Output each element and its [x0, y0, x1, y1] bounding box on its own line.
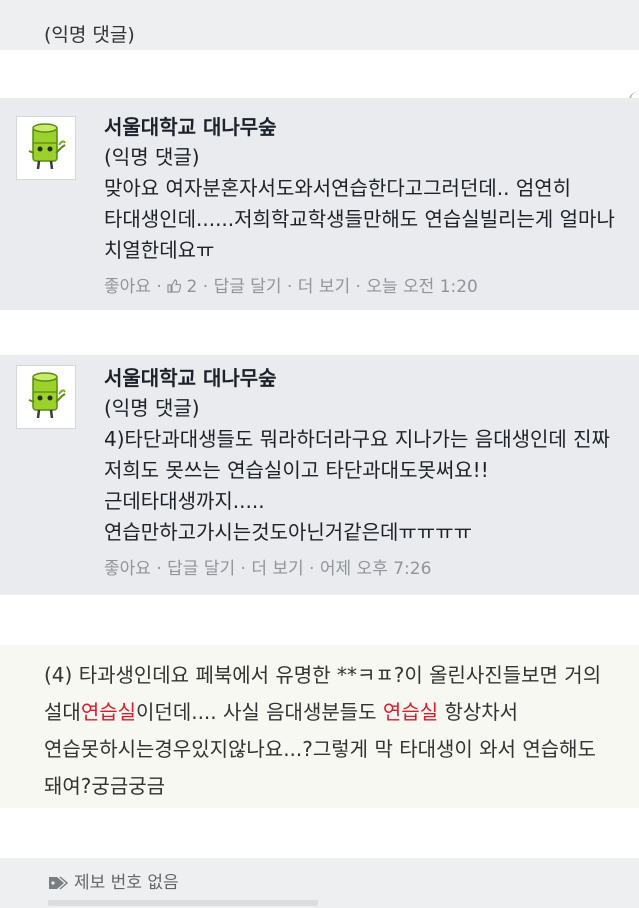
- comment-timestamp[interactable]: 어제 오후 7:26: [320, 559, 432, 579]
- comment-subtitle: (익명 댓글): [104, 396, 200, 420]
- comment-actions: 좋아요 · 답글 달기 · 더 보기 · 어제 오후 7:26: [104, 559, 432, 579]
- comment-item: 서울대학교 대나무숲 (익명 댓글) 4)타단과대생들도 뭐라하더라구요 지나가…: [0, 355, 639, 595]
- highlighted-keyword: 연습실: [382, 700, 439, 724]
- comment-actions: 좋아요 · 2 · 답글 달기 · 더 보기 · 오늘 오전 1:20: [104, 277, 478, 297]
- like-count: 2: [186, 277, 198, 297]
- thumbs-up-icon: [167, 279, 182, 293]
- previous-comment-fragment: (익명 댓글): [0, 0, 639, 50]
- post-footer: 제보 번호 없음: [0, 858, 639, 908]
- more-link[interactable]: 더 보기: [251, 559, 303, 579]
- like-link[interactable]: 좋아요: [104, 559, 151, 579]
- quote-text-part: 이던데.... 사실 음대생분들도: [136, 700, 383, 724]
- anonymous-comment-label: (익명 댓글): [44, 24, 135, 46]
- comment-body: 서울대학교 대나무숲 (익명 댓글) 4)타단과대생들도 뭐라하더라구요 지나가…: [104, 363, 627, 584]
- comment-text: 맞아요 여자분혼자서도와서연습한다고그러던데.. 엄연히 타대생인데......…: [104, 176, 615, 262]
- avatar[interactable]: [16, 365, 76, 429]
- tag-label[interactable]: 제보 번호 없음: [74, 873, 179, 893]
- bamboo-mascot-icon: [28, 372, 66, 419]
- reply-link[interactable]: 답글 달기: [214, 277, 282, 297]
- avatar[interactable]: [16, 116, 76, 180]
- more-link[interactable]: 더 보기: [298, 277, 350, 297]
- like-link[interactable]: 좋아요: [104, 277, 151, 297]
- comment-subtitle: (익명 댓글): [104, 145, 200, 169]
- comment-body: 서울대학교 대나무숲 (익명 댓글) 맞아요 여자분혼자서도와서연습한다고그러던…: [104, 112, 627, 302]
- reply-link[interactable]: 답글 달기: [167, 559, 235, 579]
- tag-row: 제보 번호 없음: [48, 868, 179, 893]
- quoted-post: (4) 타과생인데요 페북에서 유명한 **ㅋㅍ?이 올린사진들보면 거의 설대…: [0, 645, 639, 808]
- highlighted-keyword: 연습실: [80, 700, 137, 724]
- comment-author[interactable]: 서울대학교 대나무숲: [104, 112, 627, 142]
- comment-text: 4)타단과대생들도 뭐라하더라구요 지나가는 음대생인데 진짜 저희도 못쓰는 …: [104, 427, 610, 544]
- comment-author[interactable]: 서울대학교 대나무숲: [104, 363, 627, 393]
- comment-timestamp[interactable]: 오늘 오전 1:20: [366, 277, 478, 297]
- comment-item: 서울대학교 대나무숲 (익명 댓글) 맞아요 여자분혼자서도와서연습한다고그러던…: [0, 98, 639, 310]
- cutoff-text-fragment: [48, 900, 318, 906]
- quoted-post-text: (4) 타과생인데요 페북에서 유명한 **ㅋㅍ?이 올린사진들보면 거의 설대…: [44, 657, 625, 805]
- tag-icon: [49, 876, 68, 890]
- bamboo-mascot-icon: [28, 123, 66, 170]
